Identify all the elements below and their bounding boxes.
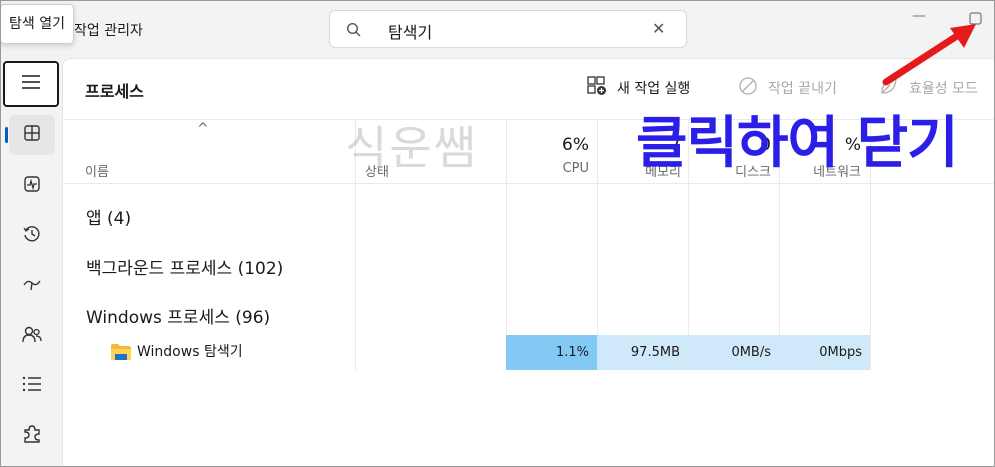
users-icon: [22, 324, 42, 348]
red-arrow-annotation: [880, 20, 980, 94]
search-icon: [346, 22, 362, 42]
search-input[interactable]: 탐색기: [388, 19, 432, 43]
hamburger-icon: [21, 74, 41, 94]
clear-search-icon[interactable]: ✕: [652, 19, 665, 38]
page-title: 프로세스: [85, 82, 144, 101]
column-name-header[interactable]: 이름: [85, 161, 109, 180]
column-divider: [597, 120, 598, 370]
window-title: 작업 관리자: [74, 23, 143, 39]
nav-performance[interactable]: [9, 166, 55, 206]
services-puzzle-icon: [22, 424, 42, 448]
process-name: Windows 탐색기: [137, 344, 243, 360]
startup-icon: [22, 275, 42, 297]
group-apps[interactable]: 앱 (4): [86, 204, 131, 229]
cpu-total: 6%: [562, 135, 589, 155]
history-icon: [22, 224, 42, 248]
nav-processes[interactable]: [5, 115, 55, 155]
sidebar: [0, 58, 62, 467]
nav-startup-apps[interactable]: [9, 266, 55, 306]
end-task-icon: [738, 76, 768, 100]
performance-icon: [23, 175, 41, 197]
column-header-divider: [63, 183, 995, 184]
memory-cell: 97.5MB: [597, 335, 688, 370]
group-background-processes[interactable]: 백그라운드 프로세스 (102): [86, 254, 283, 279]
column-cpu-header[interactable]: CPU: [507, 161, 589, 176]
disk-cell: 0MB/s: [688, 335, 779, 370]
cpu-cell: 1.1%: [506, 335, 597, 370]
nav-users[interactable]: [9, 316, 55, 356]
table-row[interactable]: Windows 탐색기 1.1% 97.5MB 0MB/s 0Mbps: [63, 335, 995, 370]
sort-ascending-icon[interactable]: ^: [197, 121, 209, 137]
column-divider: [506, 120, 507, 370]
processes-icon: [23, 124, 41, 146]
new-task-icon: [587, 76, 617, 100]
annotation-text: 클릭하여 닫기: [636, 111, 959, 176]
search-box[interactable]: 탐색기 ✕: [329, 10, 687, 48]
end-task-label: 작업 끝내기: [768, 81, 837, 97]
details-list-icon: [22, 376, 42, 396]
selected-indicator: [5, 127, 8, 143]
nav-app-history[interactable]: [9, 216, 55, 256]
network-cell: 0Mbps: [779, 335, 870, 370]
new-task-label: 새 작업 실행: [617, 81, 691, 97]
nav-services[interactable]: [9, 416, 55, 456]
navigation-tooltip: 탐색 열기: [0, 4, 74, 44]
watermark: 식운쌤: [345, 121, 478, 175]
nav-details[interactable]: [9, 366, 55, 406]
group-windows-processes[interactable]: Windows 프로세스 (96): [86, 303, 270, 328]
folder-icon: [111, 343, 131, 365]
menu-toggle-button[interactable]: [3, 61, 59, 107]
